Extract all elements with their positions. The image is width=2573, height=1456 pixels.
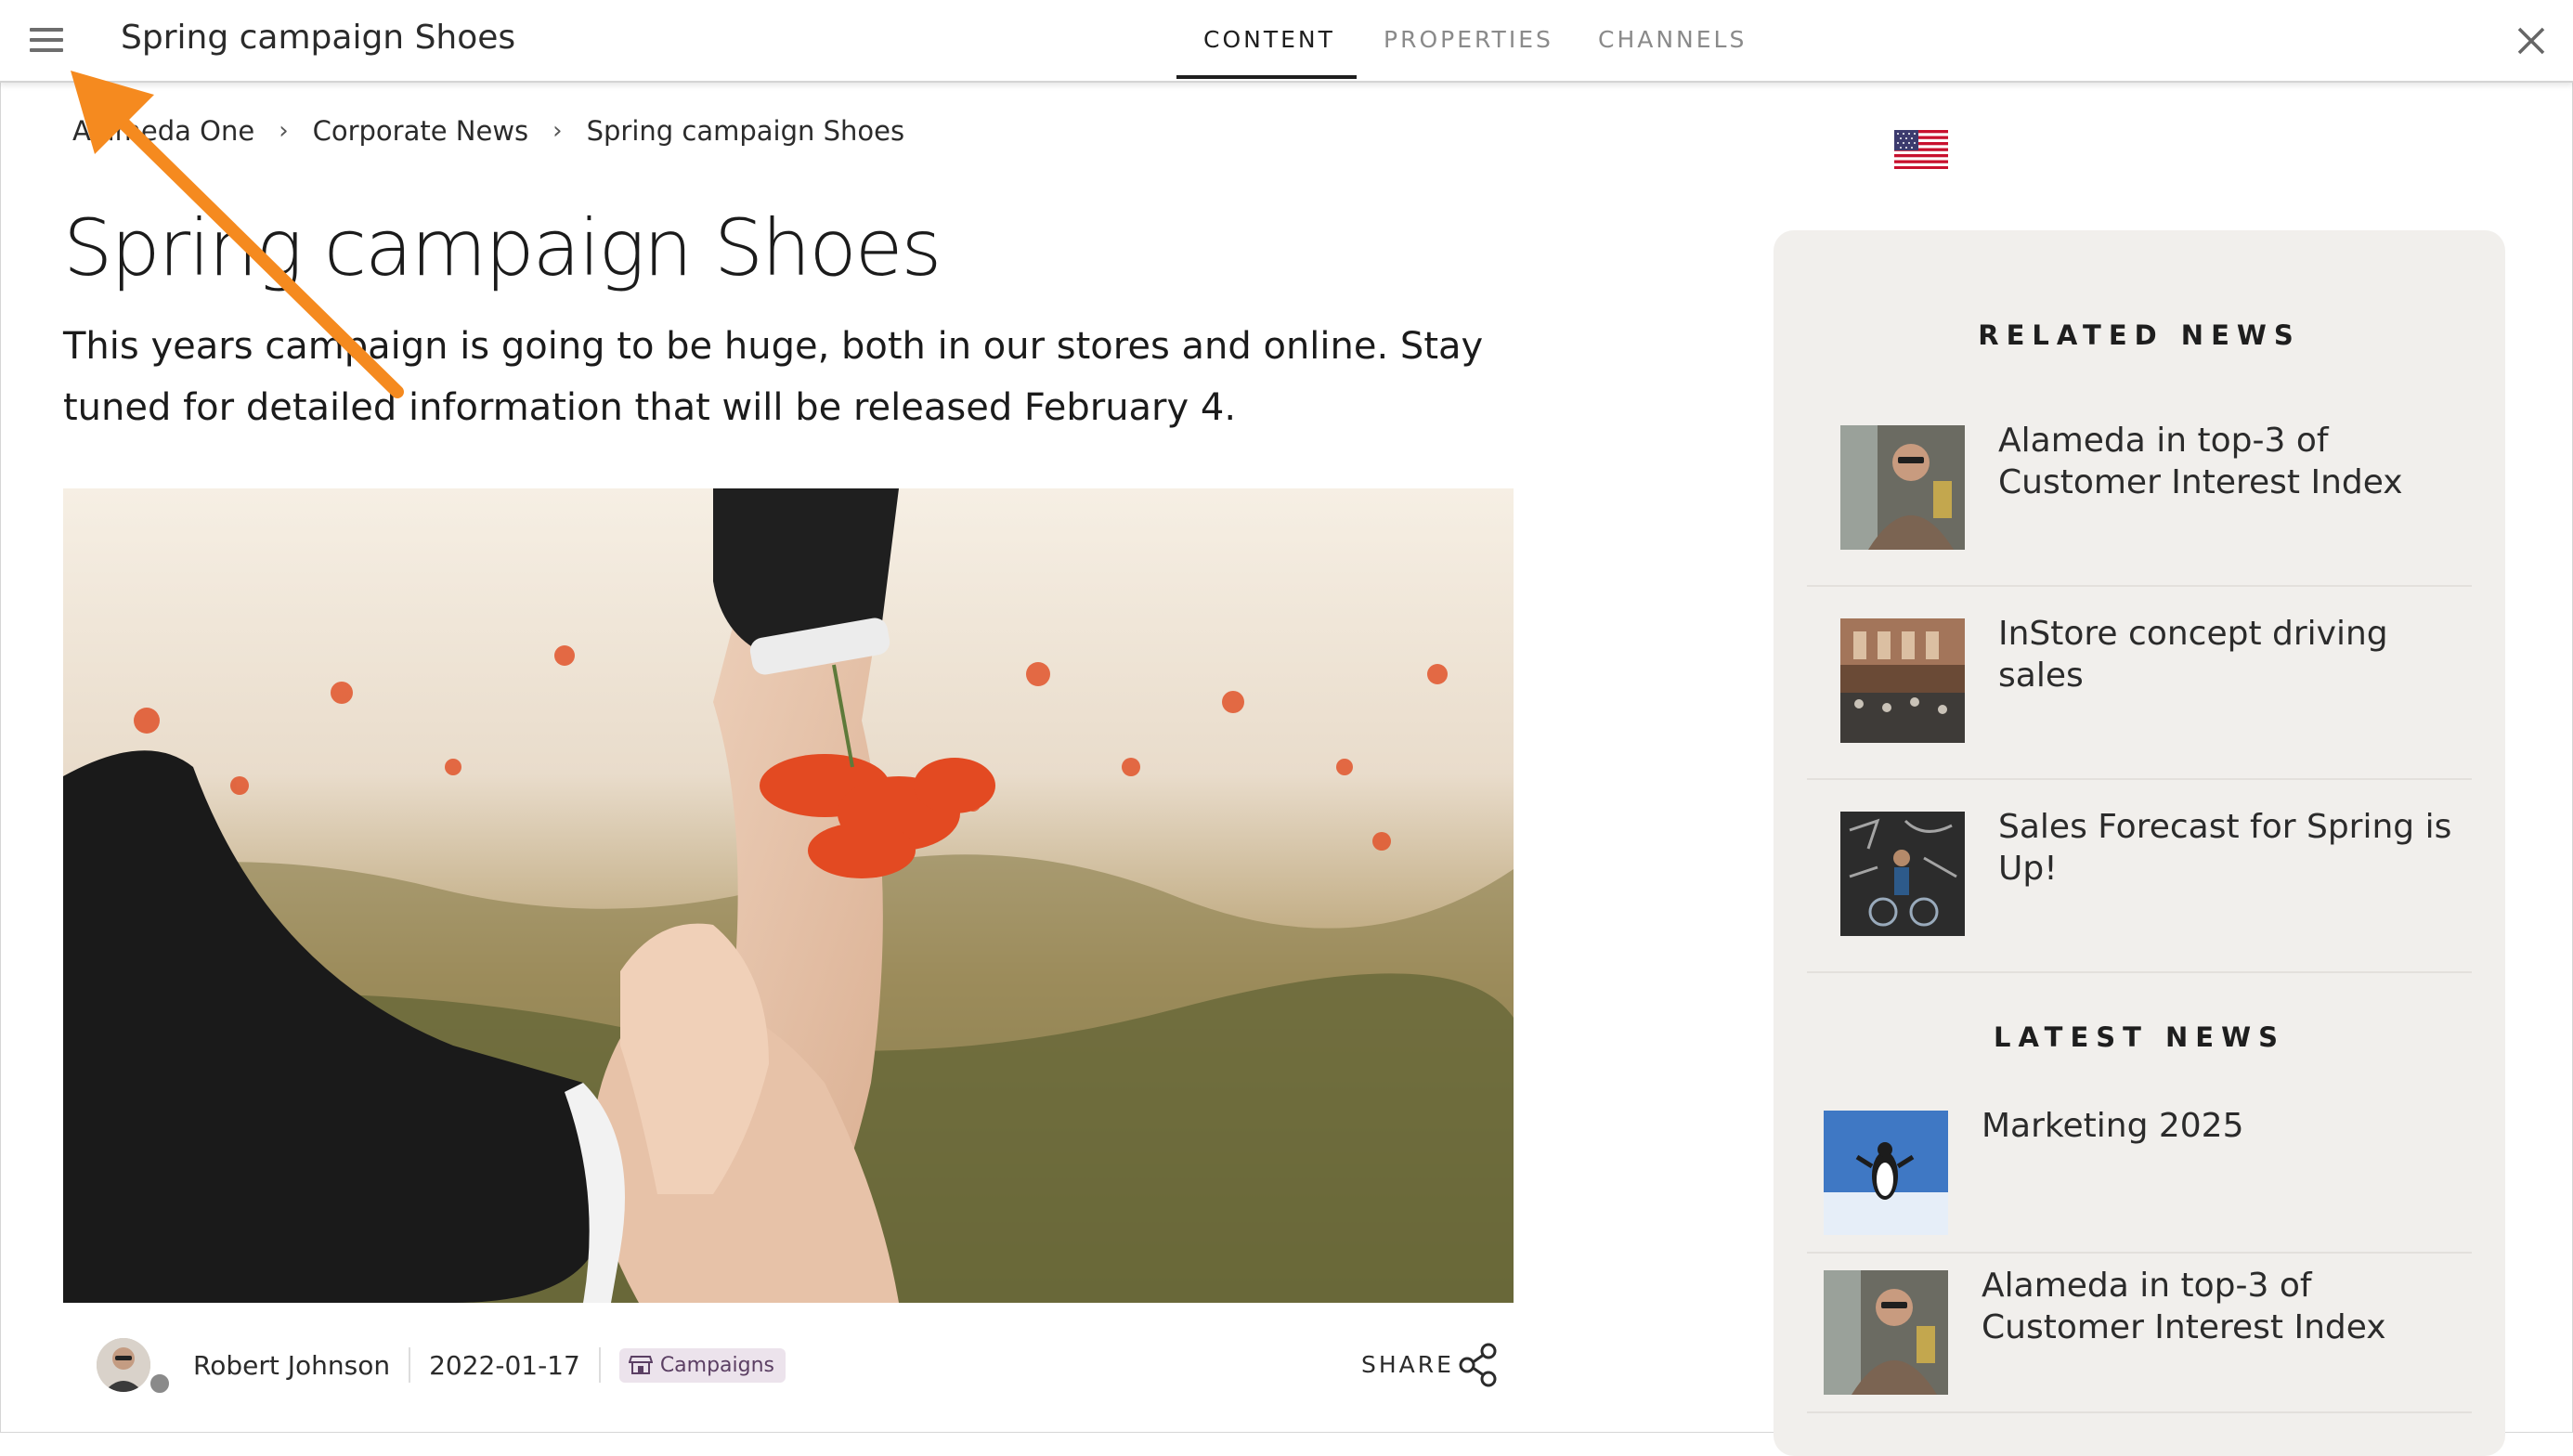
related-news-item[interactable]: InStore concept driving sales bbox=[1807, 587, 2472, 780]
hamburger-menu-icon[interactable] bbox=[30, 28, 63, 54]
chevron-right-icon: › bbox=[279, 117, 289, 145]
article-lead: This years campaign is going to be huge,… bbox=[63, 325, 1484, 429]
breadcrumb: Alameda One › Corporate News › Spring ca… bbox=[72, 115, 904, 147]
related-news-item[interactable]: Sales Forecast for Spring is Up! bbox=[1807, 780, 2472, 973]
related-news-title: InStore concept driving sales bbox=[1998, 615, 2388, 695]
related-news-item[interactable]: Alameda in top-3 of Customer Interest In… bbox=[1807, 394, 2472, 587]
page-title: Spring campaign Shoes bbox=[121, 19, 516, 57]
related-news-heading: RELATED NEWS bbox=[1978, 319, 2301, 351]
article-meta: Robert Johnson 2022-01-17 Campaigns bbox=[97, 1337, 786, 1395]
related-news-title: Sales Forecast for Spring is Up! bbox=[1998, 808, 2452, 888]
share-label[interactable]: SHARE bbox=[1361, 1351, 1454, 1378]
related-news-title: Alameda in top-3 of Customer Interest In… bbox=[1998, 422, 2403, 501]
divider bbox=[409, 1347, 411, 1383]
breadcrumb-item-current: Spring campaign Shoes bbox=[586, 115, 905, 147]
divider bbox=[598, 1347, 601, 1383]
tab-content[interactable]: CONTENT bbox=[1203, 26, 1335, 53]
tab-channels[interactable]: CHANNELS bbox=[1598, 26, 1747, 53]
latest-news-title: Marketing 2025 bbox=[1982, 1107, 2244, 1145]
tab-properties[interactable]: PROPERTIES bbox=[1384, 26, 1553, 53]
category-tag-label: Campaigns bbox=[659, 1353, 775, 1377]
news-thumbnail bbox=[1824, 1270, 1948, 1395]
share-icon[interactable] bbox=[1458, 1343, 1499, 1387]
active-tab-indicator bbox=[1176, 75, 1357, 79]
chevron-right-icon: › bbox=[552, 117, 563, 145]
hero-image bbox=[63, 488, 1514, 1303]
latest-news-item[interactable]: Alameda in top-3 of Customer Interest In… bbox=[1807, 1252, 2472, 1413]
sidebar: RELATED NEWS Alameda in top-3 of Custome… bbox=[1774, 230, 2505, 1456]
breadcrumb-item[interactable]: Alameda One bbox=[72, 115, 254, 147]
us-flag-icon[interactable] bbox=[1894, 130, 1948, 169]
latest-news-title: Alameda in top-3 of Customer Interest In… bbox=[1982, 1267, 2386, 1346]
breadcrumb-item[interactable]: Corporate News bbox=[313, 115, 529, 147]
article-title: Spring campaign Shoes bbox=[63, 202, 942, 293]
avatar[interactable] bbox=[97, 1338, 150, 1392]
store-icon bbox=[628, 1356, 653, 1374]
latest-news-item[interactable]: Marketing 2025 bbox=[1807, 1092, 2472, 1254]
news-thumbnail bbox=[1840, 812, 1965, 936]
status-badge-icon bbox=[149, 1372, 171, 1395]
news-thumbnail bbox=[1840, 618, 1965, 743]
article-date: 2022-01-17 bbox=[429, 1349, 580, 1381]
latest-news-heading: LATEST NEWS bbox=[1994, 1021, 2285, 1053]
close-icon[interactable] bbox=[2513, 22, 2550, 59]
category-tag[interactable]: Campaigns bbox=[618, 1347, 786, 1383]
author-name[interactable]: Robert Johnson bbox=[193, 1350, 390, 1381]
news-thumbnail bbox=[1824, 1111, 1948, 1235]
top-bar: Spring campaign Shoes CONTENT PROPERTIES… bbox=[0, 0, 2573, 83]
news-thumbnail bbox=[1840, 425, 1965, 550]
